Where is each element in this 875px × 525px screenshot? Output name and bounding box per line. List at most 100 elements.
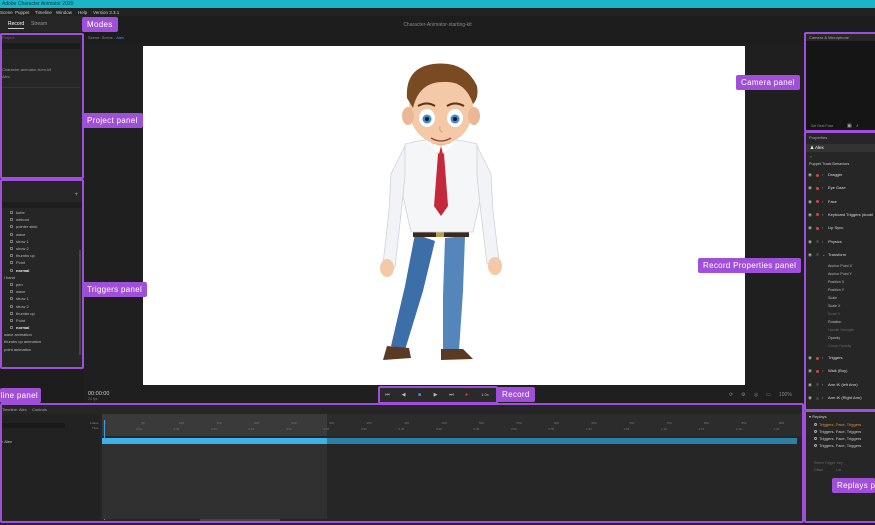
eye-icon[interactable]: ◉: [808, 252, 812, 258]
arm-record-icon[interactable]: [816, 173, 819, 177]
arm-record-icon[interactable]: [816, 253, 819, 257]
trigger-item[interactable]: show 2: [0, 245, 80, 252]
project-item[interactable]: Character-animator-from-kit: [2, 67, 51, 72]
trigger-item[interactable]: show 2: [0, 302, 80, 309]
arm-record-icon[interactable]: [816, 240, 819, 243]
trigger-item[interactable]: pen: [0, 281, 80, 288]
chevron-right-icon[interactable]: ›: [822, 212, 823, 217]
color-swatch-icon[interactable]: ▭: [766, 392, 771, 398]
eye-icon[interactable]: ◉: [808, 199, 812, 205]
transform-param[interactable]: Scale X: [828, 304, 840, 308]
eye-icon[interactable]: ◉: [808, 395, 812, 401]
gear-icon[interactable]: ⚙: [741, 392, 745, 398]
arm-record-icon[interactable]: [816, 396, 819, 400]
arm-record-icon[interactable]: [816, 186, 819, 190]
trigger-item[interactable]: thumbs up: [0, 310, 80, 317]
timeline-search-field[interactable]: [0, 423, 65, 428]
add-trigger-icon[interactable]: +: [74, 192, 78, 198]
trigger-item[interactable]: show 1: [0, 295, 80, 302]
search-icon[interactable]: ⌕: [810, 154, 812, 159]
menu-version[interactable]: Version 3.3.1: [93, 10, 119, 15]
replay-item[interactable]: Triggers, Face, Triggers: [814, 422, 861, 427]
behavior-row[interactable]: ◉ › Keyboard Triggers (doubl: [806, 212, 875, 219]
behavior-row[interactable]: ◉ ⌄ Transform: [806, 252, 875, 259]
arm-record-icon[interactable]: [816, 226, 819, 230]
go-to-start-icon[interactable]: ⏮: [384, 392, 391, 398]
behavior-row[interactable]: ◉ › Face: [806, 199, 875, 206]
transform-param[interactable]: Position X: [828, 280, 844, 284]
trigger-item[interactable]: wave: [0, 288, 80, 295]
trigger-search-field[interactable]: [0, 202, 82, 208]
trigger-item[interactable]: Point: [0, 259, 80, 266]
replay-item[interactable]: Triggers, Face, Triggers: [814, 436, 861, 441]
scene-name[interactable]: Alex: [116, 35, 124, 40]
transform-param[interactable]: Handle Strength: [828, 328, 854, 332]
chevron-right-icon[interactable]: ›: [822, 199, 823, 204]
record-icon[interactable]: ●: [463, 392, 470, 398]
transform-param[interactable]: Anchor Point X: [828, 264, 852, 268]
behavior-row[interactable]: ◉ › Arm IK (Right Arm): [806, 395, 875, 402]
trigger-item[interactable]: kobe: [0, 209, 80, 216]
replay-item[interactable]: Triggers, Face, Triggers: [814, 443, 861, 448]
replay-item[interactable]: Triggers, Face, Triggers: [814, 429, 861, 434]
trigger-item[interactable]: wave: [0, 231, 80, 238]
trigger-item[interactable]: Point: [0, 317, 80, 324]
chevron-right-icon[interactable]: ›: [822, 225, 823, 230]
behavior-row[interactable]: ◉ › Lip Sync: [806, 225, 875, 232]
set-rest-pose-button[interactable]: Set Rest Pose: [811, 124, 833, 128]
eye-icon[interactable]: ◉: [808, 172, 812, 178]
play-icon[interactable]: ▶: [432, 392, 439, 398]
eye-icon[interactable]: ◉: [808, 382, 812, 388]
behavior-row[interactable]: ◉ › Walk (Boy): [806, 368, 875, 375]
tab-timeline[interactable]: Timeline: Alex: [2, 407, 27, 412]
microphone-icon[interactable]: ♪: [856, 123, 859, 129]
eye-icon[interactable]: ◉: [808, 368, 812, 374]
arm-record-icon[interactable]: [816, 200, 819, 204]
tab-controls[interactable]: Controls: [32, 407, 47, 412]
chevron-right-icon[interactable]: ›: [822, 382, 823, 387]
stop-icon[interactable]: ■: [416, 392, 423, 398]
trigger-item[interactable]: normal: [0, 324, 80, 331]
menu-help[interactable]: Help: [78, 10, 87, 15]
chevron-right-icon[interactable]: ›: [822, 172, 823, 177]
behavior-row[interactable]: ◉ › Arm IK (left Arm): [806, 382, 875, 389]
behavior-row[interactable]: ◉ › Physics: [806, 239, 875, 246]
behavior-row[interactable]: ◉ › Dragger: [806, 172, 875, 179]
chevron-right-icon[interactable]: ›: [822, 395, 823, 400]
transform-param[interactable]: Group Opacity: [828, 344, 851, 348]
chevron-right-icon[interactable]: ›: [822, 185, 823, 190]
chevron-right-icon[interactable]: ›: [822, 239, 823, 244]
menu-scene[interactable]: Scene: [0, 10, 13, 15]
transform-param[interactable]: Anchor Point Y: [828, 272, 852, 276]
eye-icon[interactable]: ◉: [808, 355, 812, 361]
speed-selector[interactable]: 1.0x: [478, 392, 492, 398]
trigger-item[interactable]: thumbs up: [0, 252, 80, 259]
menu-timeline[interactable]: Timeline: [35, 10, 52, 15]
arm-record-icon[interactable]: [816, 369, 819, 373]
chevron-right-icon[interactable]: ⌄: [822, 252, 825, 257]
trigger-item[interactable]: thumbs up animation: [0, 338, 80, 345]
timeline-scrollbar[interactable]: [200, 519, 280, 522]
chevron-right-icon[interactable]: ›: [822, 355, 823, 360]
project-item[interactable]: Alex: [2, 74, 10, 79]
menu-window[interactable]: Window: [56, 10, 72, 15]
scene-stage[interactable]: [143, 46, 745, 385]
track-label[interactable]: › Alex: [2, 439, 12, 444]
trigger-item[interactable]: show 1: [0, 238, 80, 245]
transform-param[interactable]: Rotation: [828, 320, 841, 324]
step-back-icon[interactable]: ◀: [400, 392, 407, 398]
eye-icon[interactable]: ◉: [808, 185, 812, 191]
select-trigger-key[interactable]: Select Trigger Key: [814, 461, 843, 465]
camera-icon[interactable]: ▣: [847, 123, 852, 129]
trigger-item[interactable]: pointer stick: [0, 223, 80, 230]
trigger-item[interactable]: normal: [0, 267, 80, 274]
behavior-row[interactable]: ◉ › Triggers: [806, 355, 875, 362]
behavior-row[interactable]: ◉ › Eye Gaze: [806, 185, 875, 192]
work-area-range[interactable]: [102, 414, 327, 436]
trigger-item[interactable]: weboot: [0, 216, 80, 223]
zoom-level[interactable]: 100%: [779, 392, 792, 398]
eye-icon[interactable]: ◉: [808, 239, 812, 245]
replays-header[interactable]: ▾ Replays: [809, 414, 827, 419]
preview-icon[interactable]: ◎: [754, 392, 758, 398]
transform-param[interactable]: Scale Y: [828, 312, 840, 316]
